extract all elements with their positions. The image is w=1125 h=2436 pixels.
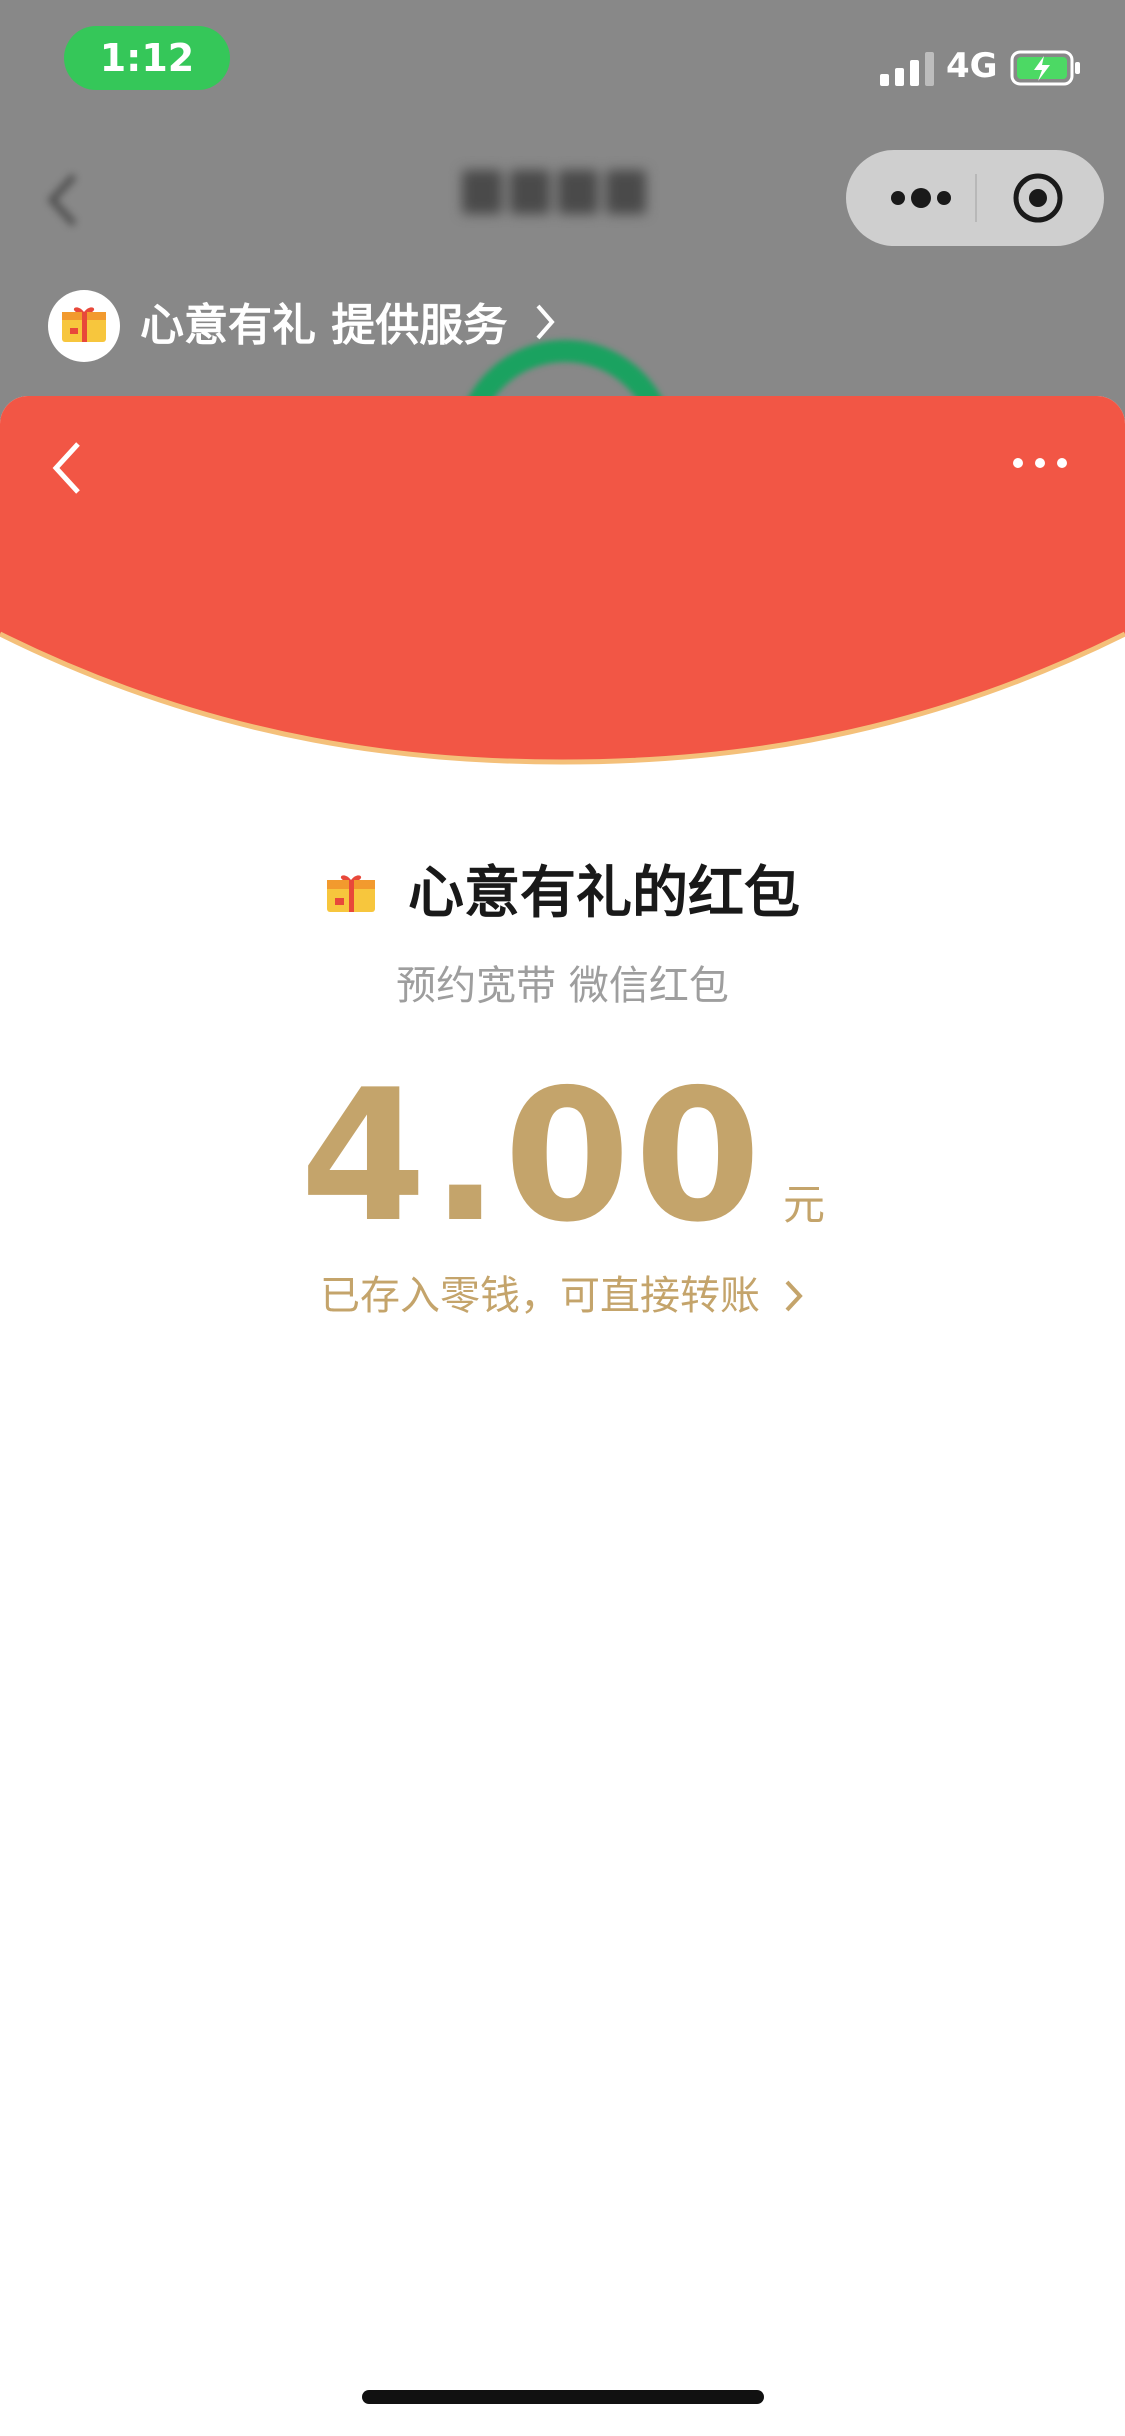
background-page-title — [462, 170, 662, 228]
stored-text: 已存入零钱，可直接转账 — [319, 1273, 760, 1319]
chevron-left-icon[interactable] — [46, 436, 90, 500]
more-horizontal-icon[interactable] — [1010, 448, 1070, 478]
network-type: 4G — [946, 46, 998, 86]
capsule-divider — [975, 174, 977, 222]
amount-unit: 元 — [783, 1180, 826, 1229]
chevron-right-icon — [534, 300, 558, 344]
battery-charging-icon — [1010, 50, 1082, 90]
status-time: 1:12 — [64, 26, 230, 90]
sender-title: 心意有礼的红包 — [408, 861, 801, 926]
amount-value: 4.00 — [299, 1050, 766, 1262]
home-indicator[interactable] — [362, 2390, 764, 2404]
mini-program-capsule — [846, 150, 1104, 246]
status-bar: 1:12 4G — [0, 0, 1125, 130]
more-dots-icon[interactable] — [876, 150, 966, 246]
red-packet-sheet: 心意有礼的红包 预约宽带 微信红包 4.00 元 已存入零钱，可直接转账 — [0, 396, 1125, 2436]
stored-to-balance-link[interactable]: 已存入零钱，可直接转账 — [0, 1266, 1125, 1326]
gift-box-icon — [48, 290, 120, 362]
provider-label: 心意有礼 提供服务 — [140, 300, 508, 351]
sender-row: 心意有礼的红包 — [0, 854, 1125, 934]
background-back-icon — [46, 172, 80, 228]
amount-row: 4.00 元 — [0, 1056, 1125, 1256]
packet-subtitle: 预约宽带 微信红包 — [396, 963, 729, 1009]
chevron-right-icon — [783, 1278, 805, 1314]
red-packet-header — [0, 396, 1125, 776]
target-close-icon[interactable] — [1012, 172, 1064, 224]
signal-bars-icon — [880, 48, 936, 86]
gift-box-icon — [325, 874, 377, 914]
